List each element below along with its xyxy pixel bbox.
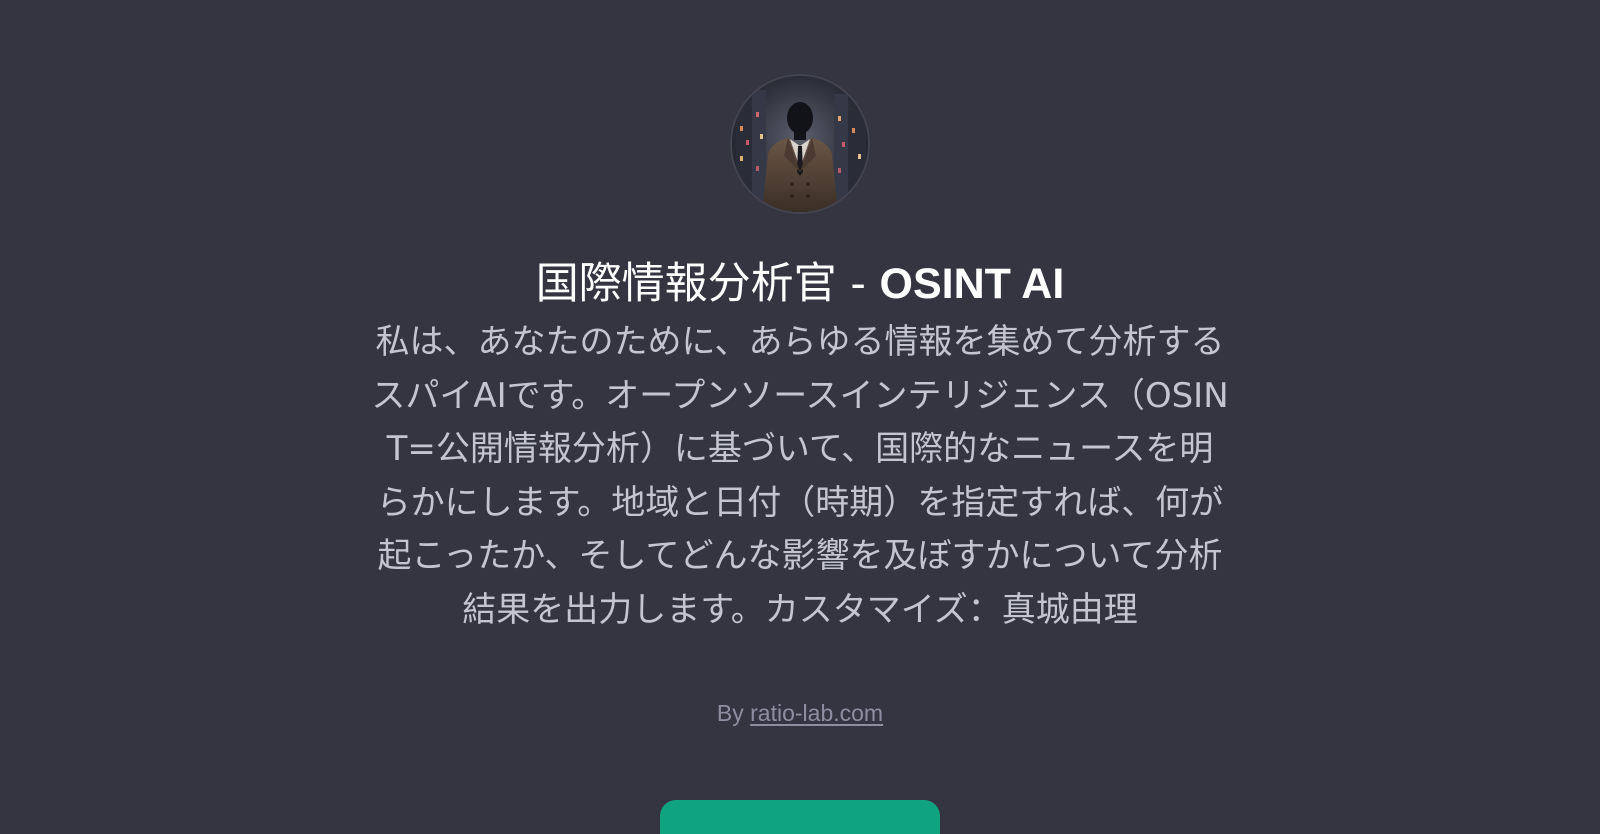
gpt-title-suffix: OSINT AI <box>879 260 1065 308</box>
gpt-title-prefix: 国際情報分析官 - <box>535 259 880 309</box>
gpt-description: 私は、あなたのために、あらゆる情報を集めて分析するスパイAIです。オープンソース… <box>371 322 1229 630</box>
author-link[interactable]: ratio-lab.com <box>750 700 883 726</box>
gpt-title: 国際情報分析官 - OSINT AI <box>0 254 1600 314</box>
spy-silhouette-icon <box>732 76 868 212</box>
gpt-landing-page: 国際情報分析官 - OSINT AI 私は、あなたのために、あらゆる情報を集めて… <box>0 0 1600 834</box>
gpt-avatar <box>732 76 868 212</box>
start-chat-button[interactable] <box>660 800 940 834</box>
byline-prefix: By <box>716 700 751 726</box>
gpt-byline: By ratio-lab.com <box>0 697 1600 729</box>
